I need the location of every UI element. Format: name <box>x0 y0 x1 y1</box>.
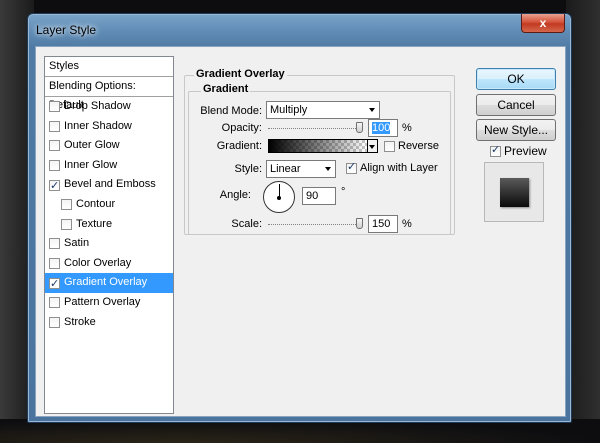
style-item-label: Gradient Overlay <box>64 276 148 289</box>
align-with-layer-checkbox[interactable] <box>346 160 357 174</box>
scale-slider-thumb[interactable] <box>356 218 363 229</box>
style-checkbox[interactable] <box>61 199 72 211</box>
style-items: Drop Shadow Inner Shadow Outer Glow Inner G… <box>45 97 173 332</box>
gradient-fill <box>269 140 367 152</box>
align-with-layer-row[interactable]: Align with Layer <box>346 160 438 174</box>
gradient-swatch[interactable] <box>268 139 368 153</box>
preview-checkbox[interactable] <box>490 143 501 157</box>
close-icon: x <box>539 16 547 30</box>
styles-list: Styles Blending Options: Default Drop Sh… <box>44 56 174 414</box>
chevron-down-icon <box>369 145 375 149</box>
blend-mode-label: Blend Mode: <box>200 105 262 117</box>
angle-value: 90 <box>306 190 319 202</box>
gradient-subgroup-title: Gradient <box>201 83 251 95</box>
angle-input[interactable]: 90 <box>302 187 336 205</box>
align-with-layer-label: Align with Layer <box>360 162 438 174</box>
blending-options-item[interactable]: Blending Options: Default <box>45 77 173 111</box>
style-checkbox[interactable] <box>49 101 60 113</box>
style-value: Linear <box>270 163 301 175</box>
gradient-picker-button[interactable] <box>368 139 378 153</box>
style-item-texture[interactable]: Texture <box>45 215 173 235</box>
opacity-label: Opacity: <box>221 122 262 134</box>
style-item-label: Pattern Overlay <box>64 295 141 308</box>
scale-slider-track[interactable] <box>268 224 360 225</box>
style-item-label: Texture <box>76 217 113 230</box>
new-style-button[interactable]: New Style... <box>476 119 556 141</box>
style-item-label: Inner Glow <box>64 158 118 171</box>
reverse-checkbox-row[interactable]: Reverse <box>384 140 439 152</box>
style-item-label: Inner Shadow <box>64 119 132 132</box>
style-item-label: Satin <box>64 237 90 250</box>
style-item-satin[interactable]: Satin <box>45 234 173 254</box>
close-button[interactable]: x <box>521 14 565 33</box>
style-label: Style: <box>234 163 262 175</box>
opacity-input[interactable]: 100 <box>368 119 398 137</box>
style-checkbox[interactable] <box>61 218 72 230</box>
style-item-drop-shadow[interactable]: Drop Shadow <box>45 97 173 117</box>
style-checkbox[interactable] <box>49 120 60 132</box>
style-checkbox[interactable] <box>49 275 60 294</box>
style-item-label: Bevel and Emboss <box>64 178 156 191</box>
style-item-gradient-overlay[interactable]: Gradient Overlay <box>45 273 173 294</box>
opacity-slider-track[interactable] <box>268 128 360 129</box>
gradient-overlay-title: Gradient Overlay <box>194 68 287 80</box>
style-item-label: Outer Glow <box>64 139 120 152</box>
preview-thumbnail <box>484 162 544 222</box>
scale-label: Scale: <box>231 218 262 230</box>
style-item-inner-glow[interactable]: Inner Glow <box>45 156 173 176</box>
blend-mode-value: Multiply <box>270 104 308 116</box>
chevron-down-icon <box>369 108 375 112</box>
style-checkbox[interactable] <box>49 160 60 172</box>
style-checkbox[interactable] <box>49 177 60 196</box>
layer-style-dialog: Layer Style x Styles Blending Options: D… <box>27 13 572 423</box>
style-item-pattern-overlay[interactable]: Pattern Overlay <box>45 293 173 313</box>
reverse-label: Reverse <box>398 140 439 152</box>
blend-mode-select[interactable]: Multiply <box>266 101 380 119</box>
chevron-down-icon <box>325 167 331 171</box>
opacity-value: 100 <box>372 122 391 134</box>
gradient-label: Gradient: <box>216 140 262 152</box>
opacity-unit: % <box>402 122 412 134</box>
style-item-outer-glow[interactable]: Outer Glow <box>45 136 173 156</box>
title-bar[interactable]: Layer Style x <box>28 14 571 46</box>
preview-label: Preview <box>504 144 547 158</box>
angle-hub <box>277 196 281 200</box>
scale-input[interactable]: 150 <box>368 215 398 233</box>
opacity-slider-thumb[interactable] <box>356 122 363 133</box>
style-item-label: Drop Shadow <box>64 100 131 112</box>
angle-dial[interactable] <box>263 181 295 213</box>
angle-label: Angle: <box>219 189 251 201</box>
style-item-contour[interactable]: Contour <box>45 195 173 215</box>
preview-swatch <box>500 178 529 207</box>
style-item-label: Contour <box>76 197 116 210</box>
window-title: Layer Style <box>36 23 97 37</box>
cancel-button[interactable]: Cancel <box>476 94 556 116</box>
style-checkbox[interactable] <box>49 297 60 309</box>
style-select[interactable]: Linear <box>266 160 336 178</box>
style-item-label: Color Overlay <box>64 256 132 269</box>
styles-header[interactable]: Styles <box>45 57 173 77</box>
ok-button[interactable]: OK <box>476 68 556 90</box>
style-item-stroke[interactable]: Stroke <box>45 313 173 333</box>
style-item-label: Stroke <box>64 315 96 328</box>
reverse-checkbox[interactable] <box>384 140 395 152</box>
style-checkbox[interactable] <box>49 258 60 270</box>
style-item-color-overlay[interactable]: Color Overlay <box>45 254 173 274</box>
dialog-client: Styles Blending Options: Default Drop Sh… <box>35 46 566 417</box>
style-checkbox[interactable] <box>49 140 60 152</box>
preview-checkbox-row[interactable]: Preview <box>490 143 547 158</box>
style-checkbox[interactable] <box>49 316 60 328</box>
angle-unit: ° <box>341 186 346 198</box>
style-item-bevel-and-emboss[interactable]: Bevel and Emboss <box>45 175 173 196</box>
style-checkbox[interactable] <box>49 238 60 250</box>
scale-unit: % <box>402 218 412 230</box>
style-item-inner-shadow[interactable]: Inner Shadow <box>45 117 173 137</box>
scale-value: 150 <box>372 218 391 230</box>
